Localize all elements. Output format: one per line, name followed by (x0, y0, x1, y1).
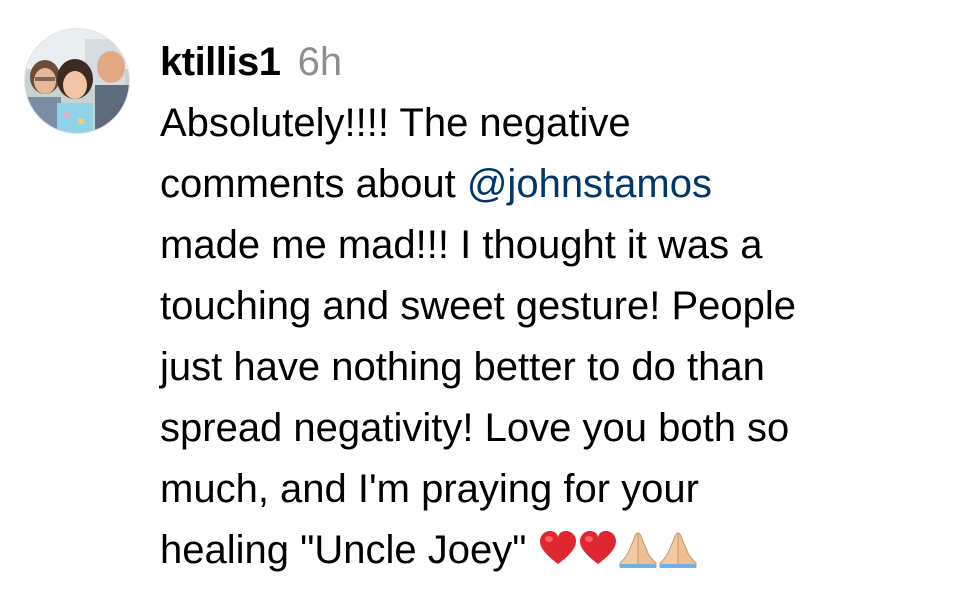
comment-line-text: made me mad!!! I thought it was a (160, 223, 763, 267)
comment: ktillis1 6h Absolutely!!!! The negative … (0, 0, 980, 602)
comment-text: Absolutely!!!! The negative comments abo… (160, 93, 960, 581)
comment-content: ktillis1 6h Absolutely!!!! The negative … (160, 34, 960, 581)
mention-link[interactable]: @johnstamos (467, 162, 712, 206)
comment-line: touching and sweet gesture! People (160, 276, 960, 337)
red-heart-icon (578, 529, 618, 569)
red-heart-icon (538, 529, 578, 569)
comment-line-text: healing "Uncle Joey" (160, 528, 538, 572)
comment-line-text: much, and I'm praying for your (160, 467, 699, 511)
comment-line: spread negativity! Love you both so (160, 398, 960, 459)
comment-line: just have nothing better to do than (160, 337, 960, 398)
comment-line-text: just have nothing better to do than (160, 345, 765, 389)
comment-line-text: touching and sweet gesture! People (160, 284, 796, 328)
comment-header: ktillis1 6h (160, 34, 960, 90)
folded-hands-icon (618, 529, 658, 569)
username-link[interactable]: ktillis1 (160, 40, 281, 84)
comment-line-text: Absolutely!!!! The negative (160, 101, 631, 145)
comment-line: Absolutely!!!! The negative (160, 93, 960, 154)
folded-hands-icon (658, 529, 698, 569)
timestamp[interactable]: 6h (298, 40, 343, 84)
comment-line-text: comments about (160, 162, 467, 206)
comment-line: healing "Uncle Joey" (160, 520, 960, 581)
comment-line: made me mad!!! I thought it was a (160, 215, 960, 276)
avatar[interactable] (24, 28, 130, 134)
comment-line-text: spread negativity! Love you both so (160, 406, 790, 450)
comment-line: much, and I'm praying for your (160, 459, 960, 520)
comment-line: comments about @johnstamos (160, 154, 960, 215)
